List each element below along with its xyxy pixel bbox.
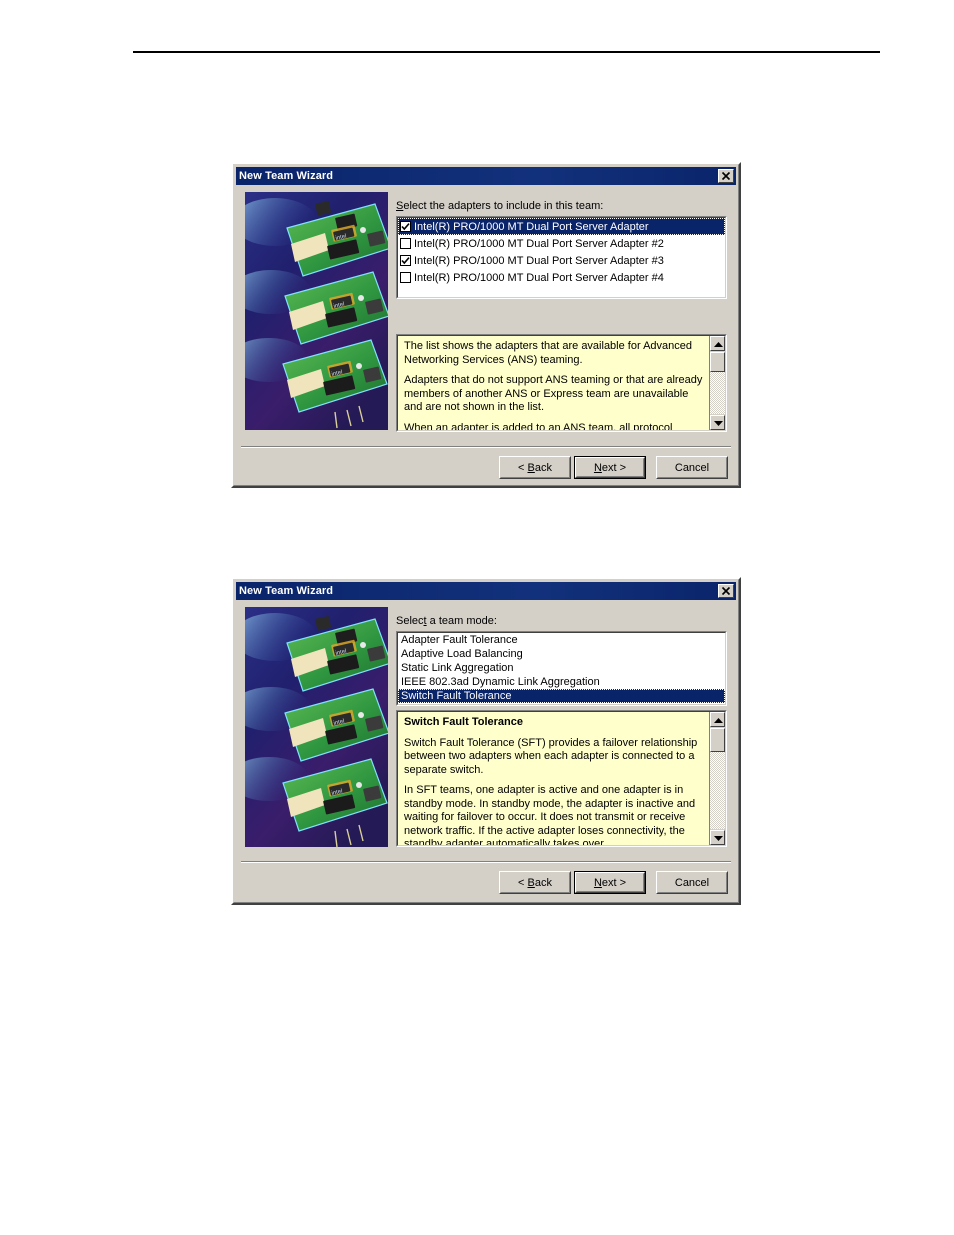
adapter-row-1[interactable]: Intel(R) PRO/1000 MT Dual Port Server Ad… bbox=[398, 218, 725, 235]
scroll-up-button[interactable] bbox=[710, 336, 725, 351]
close-button[interactable] bbox=[718, 169, 734, 183]
next-button-label: Next > bbox=[593, 461, 627, 474]
button-bar-separator bbox=[241, 861, 731, 863]
intel-adapter-cards-icon: intel intel intel bbox=[245, 607, 388, 847]
team-mode-label-text: Select a team mode: bbox=[396, 615, 497, 627]
team-mode-help-pane-inner: Switch Fault Tolerance Switch Fault Tole… bbox=[397, 711, 726, 846]
adapter-checkbox-4[interactable] bbox=[400, 272, 411, 283]
team-mode-label: Select a team mode: bbox=[396, 615, 497, 627]
close-icon bbox=[721, 171, 731, 181]
dialog-titlebar[interactable]: New Team Wizard bbox=[236, 167, 736, 185]
cancel-button-label: Cancel bbox=[674, 461, 710, 474]
help-paragraph-1: Switch Fault Tolerance (SFT) provides a … bbox=[404, 736, 698, 776]
triangle-up-icon bbox=[714, 342, 723, 347]
cancel-button[interactable]: Cancel bbox=[656, 456, 728, 479]
adapter-checkbox-1[interactable] bbox=[400, 221, 411, 232]
help-scrollbar[interactable] bbox=[709, 336, 725, 430]
checkmark-icon bbox=[401, 257, 410, 265]
help-scrollbar[interactable] bbox=[709, 712, 725, 845]
team-mode-listbox-inner: Adapter Fault Tolerance Adaptive Load Ba… bbox=[397, 632, 726, 705]
cancel-button[interactable]: Cancel bbox=[656, 871, 728, 894]
page-header-rule bbox=[133, 51, 880, 53]
close-icon bbox=[721, 586, 731, 596]
adapter-label-1: Intel(R) PRO/1000 MT Dual Port Server Ad… bbox=[414, 220, 649, 233]
dialog-title: New Team Wizard bbox=[239, 170, 334, 182]
scroll-up-button[interactable] bbox=[710, 712, 725, 727]
team-mode-help-pane: Switch Fault Tolerance Switch Fault Tole… bbox=[396, 710, 727, 847]
adapter-checkbox-3[interactable] bbox=[400, 255, 411, 266]
triangle-down-icon bbox=[714, 836, 723, 841]
button-bar-separator bbox=[241, 446, 731, 448]
scroll-thumb[interactable] bbox=[710, 352, 725, 372]
adapter-label-3: Intel(R) PRO/1000 MT Dual Port Server Ad… bbox=[414, 254, 664, 267]
scroll-down-button[interactable] bbox=[710, 830, 725, 845]
close-button[interactable] bbox=[718, 584, 734, 598]
help-paragraph-2: In SFT teams, one adapter is active and … bbox=[404, 784, 696, 846]
adapter-label-4: Intel(R) PRO/1000 MT Dual Port Server Ad… bbox=[414, 271, 664, 284]
cancel-button-label: Cancel bbox=[674, 876, 710, 889]
dialog-titlebar[interactable]: New Team Wizard bbox=[236, 582, 736, 600]
checkmark-icon bbox=[401, 223, 410, 231]
intel-adapter-cards-icon: intel intel intel bbox=[245, 192, 388, 430]
help-title: Switch Fault Tolerance bbox=[404, 716, 523, 728]
help-paragraph-1: The list shows the adapters that are ava… bbox=[404, 340, 693, 366]
scroll-track[interactable] bbox=[710, 752, 725, 829]
adapters-help-pane-inner: The list shows the adapters that are ava… bbox=[397, 335, 726, 431]
help-paragraph-2: Adapters that do not support ANS teaming… bbox=[404, 374, 703, 413]
adapters-help-text: The list shows the adapters that are ava… bbox=[404, 340, 705, 431]
adapter-label-2: Intel(R) PRO/1000 MT Dual Port Server Ad… bbox=[414, 237, 664, 250]
wizard-sidebar-image: intel intel intel bbox=[245, 192, 388, 430]
adapter-row-3[interactable]: Intel(R) PRO/1000 MT Dual Port Server Ad… bbox=[398, 252, 725, 269]
triangle-up-icon bbox=[714, 718, 723, 723]
team-mode-row-5[interactable]: Switch Fault Tolerance bbox=[398, 689, 725, 703]
back-button-label: < Back bbox=[518, 876, 552, 889]
triangle-down-icon bbox=[714, 421, 723, 426]
adapters-listbox[interactable]: Intel(R) PRO/1000 MT Dual Port Server Ad… bbox=[396, 216, 727, 299]
dialog-title: New Team Wizard bbox=[239, 585, 334, 597]
adapters-list-label: Select the adapters to include in this t… bbox=[396, 200, 603, 212]
adapters-list-label-text: Select the adapters to include in this t… bbox=[396, 200, 604, 212]
team-mode-listbox[interactable]: Adapter Fault Tolerance Adaptive Load Ba… bbox=[396, 631, 727, 706]
team-mode-help-text: Switch Fault Tolerance Switch Fault Tole… bbox=[404, 716, 705, 846]
new-team-wizard-dialog-team-mode: New Team Wizard intel intel intel Select… bbox=[231, 577, 741, 905]
team-mode-row-3[interactable]: Static Link Aggregation bbox=[398, 661, 725, 675]
adapters-listbox-inner: Intel(R) PRO/1000 MT Dual Port Server Ad… bbox=[397, 217, 726, 298]
next-button-label: Next > bbox=[593, 876, 627, 889]
adapters-help-pane: The list shows the adapters that are ava… bbox=[396, 334, 727, 432]
team-mode-row-4[interactable]: IEEE 802.3ad Dynamic Link Aggregation bbox=[398, 675, 725, 689]
scroll-down-button[interactable] bbox=[710, 415, 725, 430]
back-button-label: < Back bbox=[518, 461, 552, 474]
adapter-row-4[interactable]: Intel(R) PRO/1000 MT Dual Port Server Ad… bbox=[398, 269, 725, 286]
scroll-track[interactable] bbox=[710, 372, 725, 414]
adapter-checkbox-2[interactable] bbox=[400, 238, 411, 249]
adapter-row-2[interactable]: Intel(R) PRO/1000 MT Dual Port Server Ad… bbox=[398, 235, 725, 252]
wizard-sidebar-image: intel intel intel bbox=[245, 607, 388, 847]
back-button[interactable]: < Back bbox=[499, 456, 571, 479]
new-team-wizard-dialog-adapters: New Team Wizard intel intel intel Select… bbox=[231, 162, 741, 488]
next-button[interactable]: Next > bbox=[574, 456, 646, 479]
team-mode-row-1[interactable]: Adapter Fault Tolerance bbox=[398, 633, 725, 647]
team-mode-row-2[interactable]: Adaptive Load Balancing bbox=[398, 647, 725, 661]
back-button[interactable]: < Back bbox=[499, 871, 571, 894]
next-button[interactable]: Next > bbox=[574, 871, 646, 894]
scroll-thumb[interactable] bbox=[710, 728, 725, 752]
help-paragraph-3: When an adapter is added to an ANS team,… bbox=[404, 421, 673, 431]
